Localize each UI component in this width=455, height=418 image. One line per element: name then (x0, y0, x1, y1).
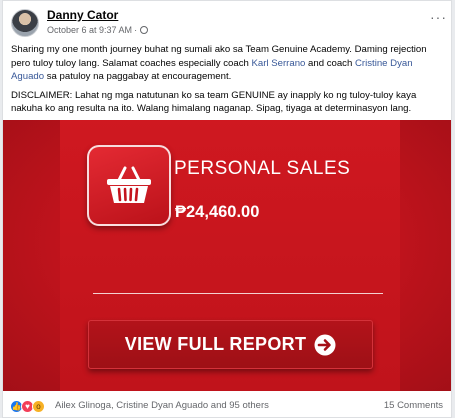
caption-text: sa patuloy na paggabay at encouragement. (44, 71, 232, 82)
sales-amount: ₱24,460.00 (175, 203, 260, 221)
report-button-label: VIEW FULL REPORT (124, 334, 307, 354)
caption-paragraph-1: Sharing my one month journey buhat ng su… (11, 43, 441, 84)
comments-count[interactable]: 15 Comments (384, 400, 443, 411)
shopping-basket-icon (107, 166, 151, 203)
post-meta: October 6 at 9:37 AM · (47, 25, 149, 35)
post-header: Danny Cator October 6 at 9:37 AM · ··· (11, 7, 447, 37)
reactors-summary[interactable]: Ailex Glinoga, Cristine Dyan Aguado and … (55, 400, 269, 411)
more-options-icon[interactable]: ··· (430, 9, 447, 25)
facebook-post: Danny Cator October 6 at 9:37 AM · ··· S… (2, 0, 452, 418)
caption-text: and coach (305, 57, 355, 69)
caption-paragraph-2: DISCLAIMER: Lahat ng mga natutunan ko sa… (11, 89, 417, 115)
separator-dot: · (134, 25, 138, 35)
card-title: PERSONAL SALES (174, 158, 351, 179)
view-full-report-button[interactable]: VIEW FULL REPORT (88, 320, 373, 369)
post-footer: 👍 ♥ o Ailex Glinoga, Cristine Dyan Aguad… (3, 397, 451, 417)
divider (93, 293, 383, 294)
basket-icon-box (87, 145, 171, 226)
author-name[interactable]: Danny Cator (47, 8, 118, 22)
post-caption: Sharing my one month journey buhat ng su… (11, 43, 441, 121)
globe-icon (140, 26, 149, 34)
wow-reaction-icon: o (32, 400, 45, 413)
mention-link[interactable]: Karl Serrano (252, 58, 306, 69)
post-timestamp[interactable]: October 6 at 9:37 AM (47, 25, 132, 35)
arrow-right-circle-icon (314, 334, 336, 355)
reaction-icons[interactable]: 👍 ♥ o (10, 400, 45, 413)
post-image[interactable]: PERSONAL SALES ₱24,460.00 VIEW FULL REPO… (3, 120, 451, 391)
avatar[interactable] (11, 9, 39, 37)
sales-card: PERSONAL SALES ₱24,460.00 VIEW FULL REPO… (60, 120, 400, 391)
